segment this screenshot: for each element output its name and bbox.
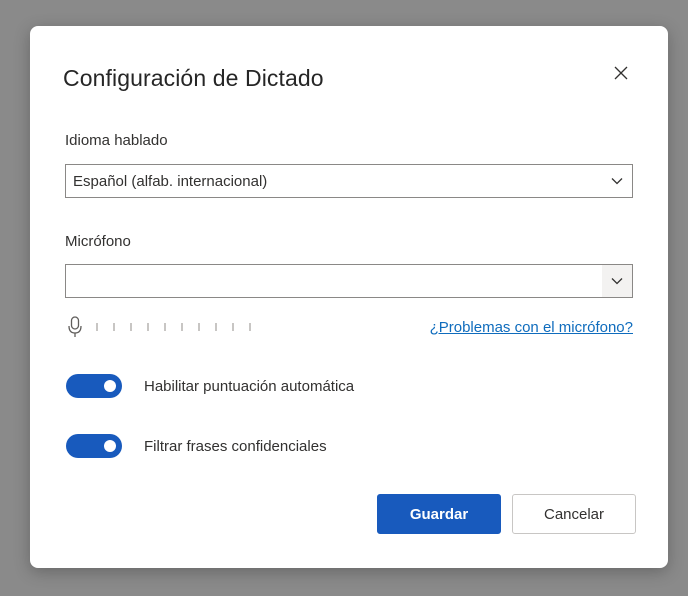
close-button[interactable] [608, 60, 634, 86]
toggle-knob [104, 440, 116, 452]
language-select[interactable]: Español (alfab. internacional) [65, 164, 633, 198]
level-tick [147, 323, 149, 331]
level-tick [232, 323, 234, 331]
filter-sensitive-phrases-toggle[interactable] [66, 434, 122, 458]
dictation-settings-dialog: Configuración de Dictado Idioma hablado … [30, 26, 668, 568]
microphone-problems-link[interactable]: ¿Problemas con el micrófono? [430, 319, 633, 336]
close-icon [614, 66, 628, 80]
auto-punctuation-toggle[interactable] [66, 374, 122, 398]
microphone-select[interactable] [65, 264, 633, 298]
level-tick [181, 323, 183, 331]
language-select-value: Español (alfab. internacional) [73, 173, 268, 190]
save-button[interactable]: Guardar [377, 494, 501, 534]
filter-sensitive-phrases-label: Filtrar frases confidenciales [144, 437, 327, 455]
auto-punctuation-label: Habilitar puntuación automática [144, 377, 355, 395]
chevron-down-icon [602, 165, 632, 197]
dialog-title: Configuración de Dictado [63, 65, 324, 91]
cancel-button[interactable]: Cancelar [512, 494, 636, 534]
language-label: Idioma hablado [65, 132, 168, 149]
microphone-label: Micrófono [65, 233, 131, 250]
level-tick [113, 323, 115, 331]
toggle-knob [104, 380, 116, 392]
level-tick [215, 323, 217, 331]
level-tick [96, 323, 98, 331]
toggle-row-filter-phrases: Filtrar frases confidenciales [66, 434, 327, 458]
chevron-down-icon [602, 265, 632, 297]
toggle-row-auto-punctuation: Habilitar puntuación automática [66, 374, 354, 398]
microphone-icon [68, 316, 82, 337]
level-tick [130, 323, 132, 331]
level-tick [249, 323, 251, 331]
level-tick [164, 323, 166, 331]
microphone-level-row [68, 316, 266, 338]
level-tick [198, 323, 200, 331]
microphone-level-meter [96, 323, 266, 331]
